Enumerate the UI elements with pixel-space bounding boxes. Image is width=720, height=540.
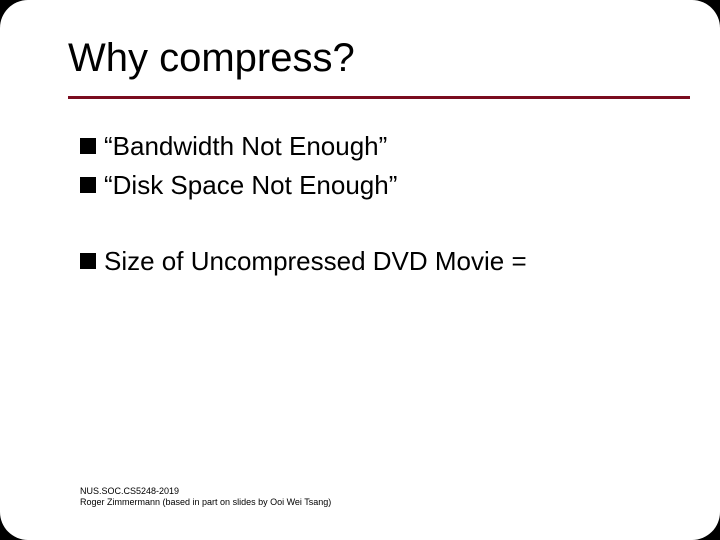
square-bullet-icon [80,253,96,269]
slide-body: “Bandwidth Not Enough” “Disk Space Not E… [80,130,680,284]
bullet-text: Size of Uncompressed DVD Movie = [104,245,527,278]
title-underline [68,96,690,99]
square-bullet-icon [80,138,96,154]
bullet-item: “Bandwidth Not Enough” [80,130,680,163]
bullet-item: Size of Uncompressed DVD Movie = [80,245,680,278]
bullet-text: “Disk Space Not Enough” [104,169,397,202]
bullet-item: “Disk Space Not Enough” [80,169,680,202]
slide-title: Why compress? [68,36,355,81]
slide: Why compress? “Bandwidth Not Enough” “Di… [0,0,720,540]
square-bullet-icon [80,177,96,193]
footer-line-1: NUS.SOC.CS5248-2019 [80,486,331,497]
bullet-text: “Bandwidth Not Enough” [104,130,387,163]
footer-line-2: Roger Zimmermann (based in part on slide… [80,497,331,508]
slide-footer: NUS.SOC.CS5248-2019 Roger Zimmermann (ba… [80,486,331,509]
